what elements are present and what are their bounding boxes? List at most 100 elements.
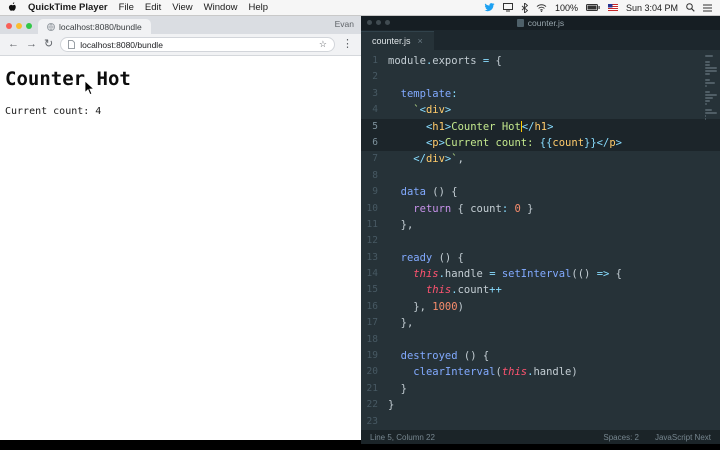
line-number: 22 — [366, 399, 378, 411]
close-window-button[interactable] — [6, 23, 12, 29]
battery-percent: 100% — [554, 2, 578, 13]
url-text[interactable]: localhost:8080/bundle — [80, 40, 314, 50]
code-line[interactable]: 23 — [361, 414, 720, 430]
line-number: 17 — [366, 317, 378, 329]
bluetooth-icon[interactable] — [521, 2, 528, 13]
code-line[interactable]: 5 <h1>Counter Hot</h1> — [361, 118, 720, 135]
code-line[interactable]: 17 }, — [361, 315, 720, 331]
wifi-icon[interactable] — [536, 3, 547, 12]
minimize-window-button[interactable] — [376, 20, 381, 25]
tab-close-icon[interactable]: × — [418, 36, 423, 46]
browser-window: localhost:8080/bundle Evan ← → ↻ localho… — [0, 16, 361, 440]
browser-menu-button[interactable]: ⋮ — [342, 39, 353, 50]
code-editor[interactable]: 1 module.exports = {2 3 template: 4 `<div> 5… — [361, 50, 720, 430]
zoom-window-button[interactable] — [385, 20, 390, 25]
minimap[interactable] — [704, 54, 719, 430]
line-number: 4 — [372, 104, 378, 116]
code-line[interactable]: 8 — [361, 168, 720, 184]
code-line[interactable]: 12 — [361, 233, 720, 249]
code-line[interactable]: 20 clearInterval(this.handle) — [361, 364, 720, 380]
code-line[interactable]: 10 return { count: 0 } — [361, 201, 720, 217]
menu-bar-clock[interactable]: Sun 3:04 PM — [626, 3, 678, 13]
line-number: 2 — [372, 71, 378, 83]
bookmark-star-icon[interactable]: ☆ — [319, 40, 327, 49]
refresh-button[interactable]: ↻ — [44, 39, 53, 50]
editor-window: counter.js counter.js × 1 module.exports … — [361, 16, 720, 444]
browser-profile-name[interactable]: Evan — [335, 19, 354, 29]
page-count-text: Current count: 4 — [5, 106, 102, 117]
notification-center-icon[interactable] — [703, 4, 712, 12]
line-number: 12 — [366, 235, 378, 247]
code-line[interactable]: 13 ready () { — [361, 250, 720, 266]
editor-tab-title: counter.js — [372, 36, 411, 46]
line-number: 8 — [372, 169, 378, 181]
editor-status-bar: Line 5, Column 22 Spaces: 2 JavaScript N… — [361, 430, 720, 444]
menu-edit[interactable]: Edit — [145, 2, 161, 13]
editor-traffic-lights[interactable] — [367, 20, 390, 25]
forward-button[interactable]: → — [26, 39, 37, 50]
menu-view[interactable]: View — [172, 2, 192, 13]
browser-traffic-lights[interactable] — [6, 23, 32, 29]
spotlight-icon[interactable] — [686, 3, 695, 12]
code-line[interactable]: 22} — [361, 397, 720, 413]
code-line[interactable]: 18 — [361, 332, 720, 348]
cursor-position[interactable]: Line 5, Column 22 — [370, 433, 435, 442]
editor-tab[interactable]: counter.js × — [361, 31, 434, 50]
syntax-mode[interactable]: JavaScript Next — [655, 433, 711, 442]
code-line[interactable]: 11 }, — [361, 217, 720, 233]
code-line[interactable]: 2 — [361, 69, 720, 85]
code-line[interactable]: 14 this.handle = setInterval(() => { — [361, 266, 720, 282]
code-line[interactable]: 3 template: — [361, 86, 720, 102]
twitter-bird-icon[interactable] — [484, 3, 495, 12]
line-number: 20 — [366, 366, 378, 378]
menu-bar: QuickTime Player File Edit View Window H… — [0, 0, 720, 16]
code-line[interactable]: 19 destroyed () { — [361, 348, 720, 364]
display-icon[interactable] — [502, 3, 513, 12]
editor-title-bar[interactable]: counter.js — [361, 16, 720, 30]
code-line[interactable]: 7 </div>`, — [361, 151, 720, 167]
web-page-content: Counter Hot Current count: 4 — [0, 56, 361, 440]
line-number: 7 — [372, 153, 378, 165]
back-button[interactable]: ← — [8, 39, 19, 50]
line-number: 14 — [366, 268, 378, 280]
input-source-flag-icon[interactable] — [607, 4, 618, 11]
code-line[interactable]: 9 data () { — [361, 184, 720, 200]
code-line[interactable]: 1 module.exports = { — [361, 53, 720, 69]
line-number: 19 — [366, 350, 378, 362]
line-number: 1 — [372, 55, 378, 66]
line-number: 11 — [366, 218, 378, 230]
file-icon — [516, 19, 524, 27]
zoom-window-button[interactable] — [26, 23, 32, 29]
app-menu-title[interactable]: QuickTime Player — [28, 2, 108, 13]
page-heading: Counter Hot — [5, 68, 131, 90]
line-number: 9 — [372, 186, 378, 198]
line-number: 18 — [366, 333, 378, 345]
code-line[interactable]: 15 this.count++ — [361, 282, 720, 298]
line-number: 21 — [366, 382, 378, 394]
menu-window[interactable]: Window — [204, 2, 238, 13]
favicon-icon — [47, 22, 55, 31]
apple-menu-icon[interactable] — [8, 2, 17, 13]
close-window-button[interactable] — [367, 20, 372, 25]
line-number: 5 — [372, 120, 378, 132]
indent-setting[interactable]: Spaces: 2 — [603, 433, 639, 442]
line-number: 16 — [366, 300, 378, 312]
menu-help[interactable]: Help — [248, 2, 268, 13]
browser-tab[interactable]: localhost:8080/bundle — [38, 19, 151, 34]
line-number: 10 — [366, 202, 378, 214]
code-area[interactable]: 1 module.exports = {2 3 template: 4 `<div> 5… — [361, 53, 720, 430]
line-number: 3 — [372, 87, 378, 99]
editor-window-title: counter.js — [527, 18, 565, 28]
address-bar[interactable]: localhost:8080/bundle ☆ — [60, 37, 335, 52]
code-line[interactable]: 4 `<div> — [361, 102, 720, 118]
code-line[interactable]: 16 }, 1000) — [361, 299, 720, 315]
code-line[interactable]: 21 } — [361, 381, 720, 397]
browser-tab-strip: localhost:8080/bundle Evan — [0, 16, 361, 34]
menu-file[interactable]: File — [119, 2, 134, 13]
battery-icon[interactable] — [585, 4, 600, 11]
code-line[interactable]: 6 <p>Current count: {{count}}</p> — [361, 134, 720, 152]
minimize-window-button[interactable] — [16, 23, 22, 29]
line-number: 15 — [366, 284, 378, 296]
browser-toolbar: ← → ↻ localhost:8080/bundle ☆ ⋮ — [0, 34, 361, 56]
line-number: 13 — [366, 251, 378, 263]
